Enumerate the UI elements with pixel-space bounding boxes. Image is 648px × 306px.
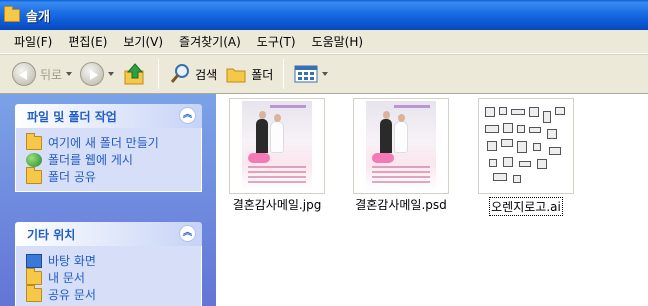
menu-help[interactable]: 도움말(H) [304, 31, 372, 53]
chevron-down-icon [66, 72, 73, 76]
task-share-folder[interactable]: 폴더 공유 [26, 166, 191, 185]
menu-file[interactable]: 파일(F) [6, 31, 60, 53]
folders-button[interactable]: 폴더 [221, 58, 277, 90]
forward-arrow-icon [80, 62, 105, 86]
file-tasks-list: 여기에 새 폴더 만들기 폴더를 웹에 게시 폴더 공유 [15, 128, 202, 192]
task-pane: 파일 및 폴더 작업 ︽ 여기에 새 폴더 만들기 폴더를 웹에 게시 폴더 공… [0, 94, 216, 306]
window-title: 솔개 [26, 9, 50, 25]
desktop-icon [26, 253, 42, 268]
menu-favorites[interactable]: 즐겨찾기(A) [171, 31, 249, 53]
file-name[interactable]: 결혼감사메일.jpg [221, 196, 333, 213]
other-places-title: 기타 위치 [27, 227, 76, 242]
toolbar: 뒤로 검색 폴더 [0, 54, 648, 94]
menu-edit[interactable]: 편집(E) [60, 31, 115, 53]
new-folder-icon [26, 132, 42, 150]
file-item[interactable]: 오렌지로고.ai [470, 98, 582, 216]
place-shared-documents[interactable]: 공유 문서 [26, 284, 191, 303]
globe-icon [26, 152, 42, 167]
file-item[interactable]: 결혼감사메일.psd [345, 98, 457, 213]
other-places-panel: 기타 위치 ︽ 바탕 화면 내 문서 공유 문서 [15, 222, 202, 306]
wedding-photo-thumbnail [366, 101, 436, 191]
task-publish-web[interactable]: 폴더를 웹에 게시 [26, 151, 191, 168]
file-list-area[interactable]: 결혼감사메일.jpg 결혼감사메일.psd 오렌지로고.ai [216, 94, 648, 306]
file-tasks-header[interactable]: 파일 및 폴더 작업 ︽ [15, 104, 202, 128]
collapse-icon[interactable]: ︽ [179, 107, 196, 124]
file-name[interactable]: 오렌지로고.ai [489, 197, 563, 216]
search-button[interactable]: 검색 [165, 58, 221, 90]
back-arrow-icon [12, 62, 36, 86]
forward-button[interactable] [76, 58, 118, 90]
views-icon [294, 65, 318, 83]
file-thumbnail[interactable] [353, 98, 449, 194]
collapse-icon[interactable]: ︽ [179, 225, 196, 242]
file-thumbnail[interactable] [229, 98, 325, 194]
views-button[interactable] [290, 58, 332, 90]
task-label: 여기에 새 폴더 만들기 [48, 136, 159, 150]
folders-label: 폴더 [251, 67, 274, 82]
place-my-documents[interactable]: 내 문서 [26, 267, 191, 286]
shared-documents-icon [26, 284, 42, 302]
file-tasks-panel: 파일 및 폴더 작업 ︽ 여기에 새 폴더 만들기 폴더를 웹에 게시 폴더 공… [15, 104, 202, 192]
toolbar-separator [283, 59, 285, 89]
back-button[interactable]: 뒤로 [8, 58, 76, 90]
shared-folder-icon [26, 166, 42, 184]
folders-icon [226, 68, 246, 83]
other-places-list: 바탕 화면 내 문서 공유 문서 [15, 246, 202, 306]
task-label: 폴더 공유 [48, 170, 96, 184]
up-folder-icon [124, 63, 144, 85]
folder-icon [4, 5, 20, 22]
menu-view[interactable]: 보기(V) [115, 31, 171, 53]
search-icon [170, 64, 190, 83]
logo-sheet-thumbnail [483, 103, 569, 189]
chevron-down-icon [322, 72, 329, 76]
search-label: 검색 [195, 67, 218, 82]
wedding-photo-thumbnail [242, 101, 312, 191]
other-places-header[interactable]: 기타 위치 ︽ [15, 222, 202, 246]
chevron-down-icon [108, 72, 115, 76]
file-thumbnail[interactable] [478, 98, 574, 194]
file-tasks-title: 파일 및 폴더 작업 [27, 109, 117, 124]
file-name[interactable]: 결혼감사메일.psd [345, 196, 457, 213]
title-bar[interactable]: 솔개 [0, 0, 648, 30]
place-label: 공유 문서 [48, 288, 96, 302]
file-name-container: 오렌지로고.ai [470, 196, 582, 216]
task-label: 폴더를 웹에 게시 [48, 153, 133, 167]
menu-bar: 파일(F) 편집(E) 보기(V) 즐겨찾기(A) 도구(T) 도움말(H) [0, 30, 648, 54]
up-folder-button[interactable] [118, 58, 152, 90]
back-label: 뒤로 [40, 67, 63, 82]
menu-tools[interactable]: 도구(T) [249, 31, 304, 53]
toolbar-separator [158, 59, 160, 89]
place-label: 바탕 화면 [48, 254, 96, 268]
task-new-folder[interactable]: 여기에 새 폴더 만들기 [26, 132, 191, 151]
my-documents-icon [26, 267, 42, 285]
place-desktop[interactable]: 바탕 화면 [26, 252, 191, 269]
file-item[interactable]: 결혼감사메일.jpg [221, 98, 333, 213]
place-label: 내 문서 [48, 271, 85, 285]
